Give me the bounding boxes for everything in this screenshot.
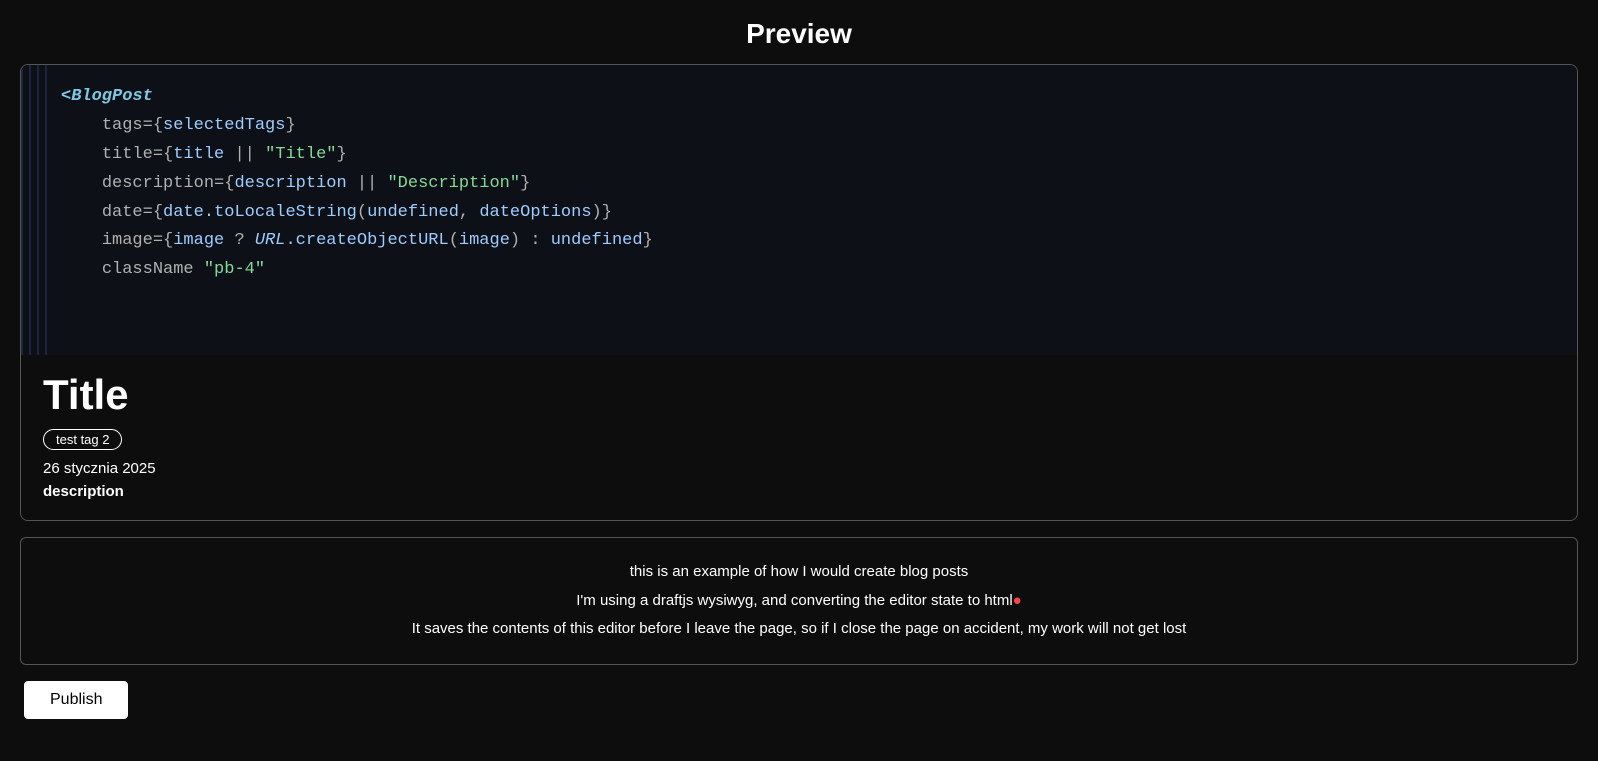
- editor-line-3: It saves the contents of this editor bef…: [51, 615, 1547, 644]
- main-container: <BlogPost tags={selectedTags} title={tit…: [0, 64, 1598, 735]
- page-title: Preview: [0, 18, 1598, 50]
- editor-line-1: this is an example of how I would create…: [51, 558, 1547, 587]
- code-line-title: title={title || "Title"}: [51, 141, 1577, 170]
- preview-card: <BlogPost tags={selectedTags} title={tit…: [20, 64, 1578, 521]
- editor-line-2: I'm using a draftjs wysiwyg, and convert…: [51, 587, 1547, 616]
- red-dot: ●: [1013, 592, 1022, 609]
- code-line-date: date={date.toLocaleString(undefined, dat…: [51, 199, 1577, 228]
- page-header: Preview: [0, 0, 1598, 64]
- code-line-description: description={description || "Description…: [51, 170, 1577, 199]
- code-line-tags: tags={selectedTags}: [51, 112, 1577, 141]
- code-block: <BlogPost tags={selectedTags} title={tit…: [21, 65, 1577, 355]
- post-description: description: [43, 483, 1555, 500]
- publish-button[interactable]: Publish: [24, 681, 128, 719]
- code-line-classname: className "pb-4": [51, 256, 1577, 285]
- code-tag-line: <BlogPost: [51, 83, 1577, 112]
- editor-area: this is an example of how I would create…: [20, 537, 1578, 665]
- post-info: Title test tag 2 26 stycznia 2025 descri…: [21, 355, 1577, 520]
- post-date: 26 stycznia 2025: [43, 460, 1555, 477]
- tag-badge: test tag 2: [43, 429, 122, 450]
- code-line-image: image={image ? URL.createObjectURL(image…: [51, 227, 1577, 256]
- post-title: Title: [43, 371, 1555, 419]
